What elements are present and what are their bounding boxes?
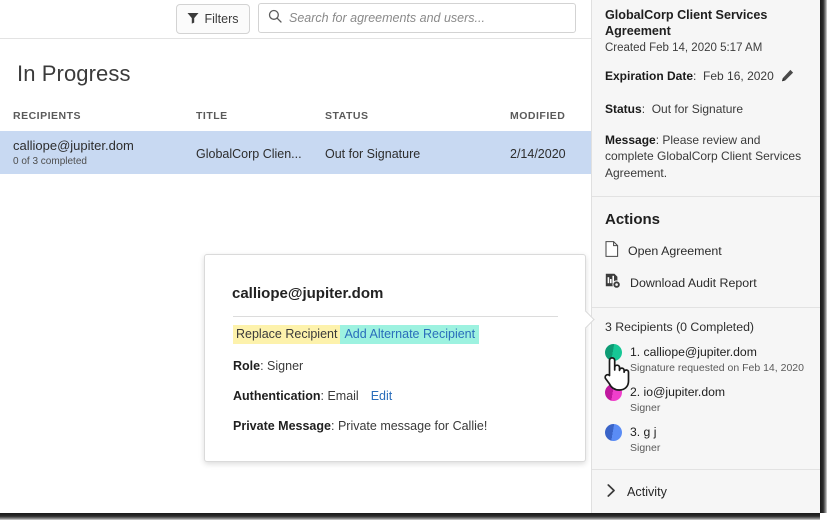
- window-corner: [820, 513, 830, 528]
- column-header-modified[interactable]: MODIFIED: [510, 110, 565, 122]
- recipient-status: Signer: [630, 441, 660, 454]
- download-audit-report-action[interactable]: Download Audit Report: [605, 260, 807, 292]
- search-input[interactable]: [289, 11, 575, 25]
- list-item[interactable]: 1. calliope@jupiter.dom Signature reques…: [605, 334, 807, 374]
- agreement-name: GlobalCorp Client Services Agreement: [605, 0, 807, 39]
- agreement-created: Created Feb 14, 2020 5:17 AM: [605, 39, 807, 54]
- actions-section: Actions Open Agreement: [592, 197, 820, 307]
- detail-rail: GlobalCorp Client Services Agreement Cre…: [591, 0, 820, 513]
- document-icon: [605, 241, 619, 260]
- recipients-heading: 3 Recipients (0 Completed): [605, 308, 807, 334]
- role-colon: :: [260, 359, 267, 373]
- main-content: Filters In Progress RECIPIENTS TITLE STA…: [0, 0, 591, 513]
- row-modified: 2/14/2020: [510, 147, 566, 161]
- pencil-icon[interactable]: [781, 71, 794, 85]
- replace-recipient-link[interactable]: Replace Recipient: [233, 325, 340, 344]
- status-value: Out for Signature: [652, 102, 743, 116]
- row-title: GlobalCorp Clien...: [196, 147, 302, 161]
- activity-toggle[interactable]: Activity: [605, 470, 807, 513]
- popover-role-line: Role: Signer: [233, 359, 303, 373]
- chevron-right-icon: [607, 484, 616, 500]
- popover-auth-line: Authentication: EmailEdit: [233, 389, 392, 403]
- page-title: In Progress: [17, 61, 131, 87]
- private-message-value: Private message for Callie!: [338, 419, 487, 433]
- popover-title: calliope@jupiter.dom: [232, 285, 383, 302]
- audit-report-icon: [605, 273, 621, 292]
- column-header-status[interactable]: STATUS: [325, 110, 368, 122]
- auth-value: Email: [327, 389, 358, 403]
- private-message-label: Private Message: [233, 419, 331, 433]
- toolbar: Filters: [0, 0, 591, 39]
- filters-label: Filters: [204, 12, 238, 26]
- recipient-name: 2. io@jupiter.dom: [630, 385, 725, 399]
- recipient-status: Signature requested on Feb 14, 2020: [630, 361, 804, 374]
- open-agreement-action[interactable]: Open Agreement: [605, 228, 807, 260]
- search-box[interactable]: [258, 3, 576, 33]
- column-header-title[interactable]: TITLE: [196, 110, 228, 122]
- popover-private-message-line: Private Message: Private message for Cal…: [233, 419, 487, 433]
- expiration-colon: :: [693, 69, 703, 83]
- message-row: Message: Please review and complete Glob…: [605, 118, 807, 182]
- download-audit-report-label: Download Audit Report: [630, 276, 757, 290]
- avatar: [605, 424, 622, 441]
- app-screenshot: Filters In Progress RECIPIENTS TITLE STA…: [0, 0, 830, 528]
- funnel-icon: [187, 12, 199, 27]
- activity-label: Activity: [627, 485, 667, 499]
- window-edge-bottom: [0, 513, 830, 520]
- recipient-name: 3. g j: [630, 425, 656, 439]
- role-value: Signer: [267, 359, 303, 373]
- table-row[interactable]: calliope@jupiter.dom 0 of 3 completed Gl…: [0, 131, 591, 174]
- recipient-info: 2. io@jupiter.dom Signer: [630, 383, 725, 414]
- avatar: [605, 384, 622, 401]
- row-status: Out for Signature: [325, 147, 420, 161]
- open-agreement-label: Open Agreement: [628, 244, 722, 258]
- recipient-name: 1. calliope@jupiter.dom: [630, 345, 757, 359]
- list-item[interactable]: 3. g j Signer: [605, 414, 807, 454]
- row-recipient: calliope@jupiter.dom: [13, 138, 134, 153]
- auth-label: Authentication: [233, 389, 321, 403]
- popover-links: Replace RecipientAdd Alternate Recipient: [233, 327, 479, 341]
- agreement-summary-section: GlobalCorp Client Services Agreement Cre…: [592, 0, 820, 196]
- expiration-date-value: Feb 16, 2020: [703, 69, 774, 83]
- list-item[interactable]: 2. io@jupiter.dom Signer: [605, 374, 807, 414]
- window-edge-right: [820, 0, 827, 520]
- recipient-detail-popover: calliope@jupiter.dom Replace RecipientAd…: [204, 254, 586, 462]
- recipients-section: 3 Recipients (0 Completed) 1. calliope@j…: [592, 308, 820, 469]
- filters-button[interactable]: Filters: [176, 4, 250, 34]
- add-alternate-recipient-link[interactable]: Add Alternate Recipient: [340, 325, 479, 344]
- popover-divider: [233, 316, 558, 317]
- status-colon: :: [642, 102, 652, 116]
- actions-heading: Actions: [605, 197, 807, 228]
- recipient-info: 3. g j Signer: [630, 423, 660, 454]
- recipient-status: Signer: [630, 401, 725, 414]
- status-row: Status: Out for Signature: [605, 87, 807, 118]
- message-label: Message: [605, 133, 656, 147]
- expiration-date-label: Expiration Date: [605, 69, 693, 83]
- role-label: Role: [233, 359, 260, 373]
- status-label: Status: [605, 102, 642, 116]
- activity-section: Activity: [592, 470, 820, 513]
- private-message-colon: :: [331, 419, 338, 433]
- expiration-date-row: Expiration Date: Feb 16, 2020: [605, 54, 807, 87]
- auth-edit-link[interactable]: Edit: [371, 389, 393, 403]
- search-icon: [268, 9, 282, 28]
- recipient-info: 1. calliope@jupiter.dom Signature reques…: [630, 343, 804, 374]
- column-header-recipients[interactable]: RECIPIENTS: [13, 110, 81, 122]
- avatar: [605, 344, 622, 361]
- row-completed-count: 0 of 3 completed: [13, 156, 87, 167]
